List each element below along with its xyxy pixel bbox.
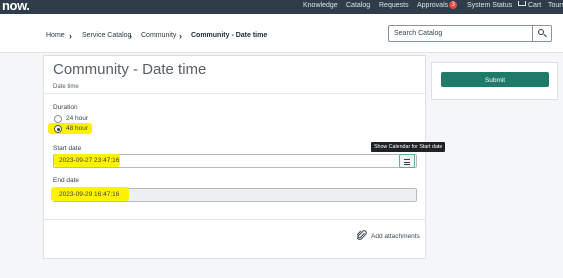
catalog-item-form: Community - Date time Date time Duration…: [43, 55, 426, 259]
nav-requests[interactable]: Requests: [379, 0, 409, 14]
radio-48-hour[interactable]: [54, 125, 62, 133]
nav-catalog[interactable]: Catalog: [346, 0, 370, 14]
nav-cart[interactable]: Cart: [518, 0, 541, 14]
breadcrumb-bar: Home › Service Catalog › Community › Com…: [0, 14, 563, 53]
calendar-icon: [404, 159, 410, 165]
top-nav-bar: now. Knowledge Catalog Requests Approval…: [0, 0, 563, 14]
chevron-right-icon: ›: [69, 31, 72, 41]
nav-tours[interactable]: Tours: [548, 0, 563, 14]
breadcrumb-home[interactable]: Home: [46, 31, 65, 41]
approvals-count-badge: 3: [449, 1, 458, 10]
paperclip-icon: [357, 230, 367, 240]
breadcrumb-service-catalog[interactable]: Service Catalog: [82, 31, 131, 41]
radio-48-hour-label[interactable]: 48 hour: [66, 125, 88, 133]
search-input[interactable]: Search Catalog: [388, 25, 533, 42]
start-date-label: Start date: [53, 145, 82, 152]
form-header-divider: [44, 93, 425, 94]
form-footer-divider: [44, 219, 425, 220]
chevron-right-icon: ›: [179, 31, 182, 41]
nav-knowledge[interactable]: Knowledge: [303, 0, 338, 14]
breadcrumb-community[interactable]: Community: [141, 31, 176, 41]
order-panel: Submit: [431, 62, 558, 100]
form-title: Community - Date time: [53, 61, 207, 78]
nav-cart-label: Cart: [528, 2, 542, 9]
form-subtitle: Date time: [53, 84, 79, 90]
chevron-right-icon: ›: [129, 31, 132, 41]
servicenow-logo[interactable]: now.: [2, 0, 30, 13]
nav-system-status[interactable]: System Status: [467, 0, 512, 14]
calendar-button[interactable]: [399, 154, 415, 168]
nav-approvals[interactable]: Approvals 3: [417, 0, 458, 14]
radio-24-hour[interactable]: [54, 115, 62, 123]
nav-approvals-label: Approvals: [417, 2, 449, 9]
calendar-tooltip: Show Calendar for Start date: [371, 142, 446, 152]
add-attachments-link[interactable]: Add attachments: [371, 233, 420, 241]
search-button[interactable]: [533, 25, 552, 42]
start-date-value: 2023-09-27 23:47:16: [59, 157, 120, 164]
cart-icon: [518, 1, 526, 6]
radio-24-hour-label[interactable]: 24 hour: [66, 115, 88, 123]
end-date-value: 2023-09-29 16:47:16: [59, 191, 120, 198]
end-date-label: End date: [53, 177, 80, 184]
duration-label: Duration: [53, 104, 78, 111]
breadcrumb-current: Community - Date time: [191, 32, 268, 39]
submit-button[interactable]: Submit: [441, 72, 549, 87]
